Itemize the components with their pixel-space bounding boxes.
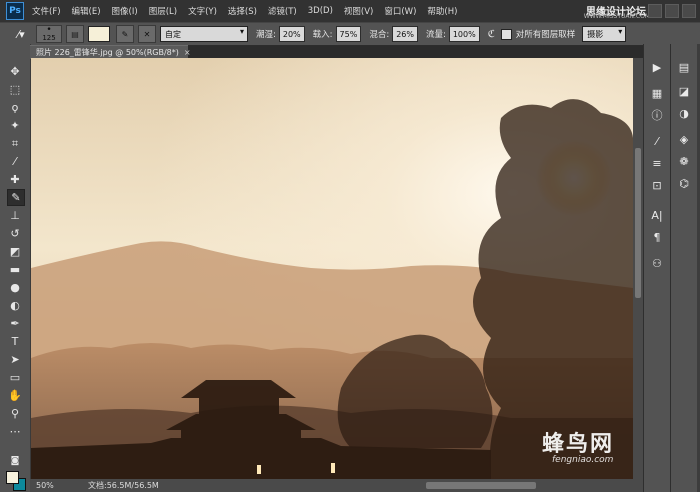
panel-dock: ▶ ▦ ⓘ ⁄ ≡ ⊡ A| ¶ ⚇ ▤ ◪ ◑ ◈ ❁ ⌬ — [643, 44, 700, 492]
wet-label: 潮湿: — [256, 30, 276, 40]
info-panel-icon[interactable]: ⓘ — [649, 108, 665, 124]
sample-all-layers-label: 对所有图层取样 — [515, 30, 576, 40]
play-action-icon[interactable]: ▶ — [649, 60, 665, 76]
gradient-tool-icon[interactable]: ▬ — [7, 262, 23, 277]
mixer-brush-tool-icon[interactable]: ✎ — [7, 189, 25, 206]
brush-panel-icon[interactable]: ⁄ — [649, 134, 665, 150]
workspace-select[interactable]: 摄影 — [582, 26, 627, 42]
menu-window[interactable]: 窗口(W) — [384, 5, 416, 17]
paragraph-panel-icon[interactable]: ¶ — [649, 230, 665, 246]
color-panel-icon[interactable]: ◪ — [676, 84, 692, 100]
shape-tool-icon[interactable]: ▭ — [7, 370, 23, 385]
history-panel-icon[interactable]: ▦ — [649, 86, 665, 102]
flow-label: 流量: — [425, 30, 446, 40]
fengniao-watermark: 蜂鸟网 — [542, 432, 615, 457]
more-tools-icon[interactable]: ⋯ — [7, 424, 23, 439]
mix-field[interactable]: 26% — [392, 26, 418, 42]
zoom-level[interactable]: 50% — [30, 481, 66, 490]
navigator-panel-icon[interactable]: ▤ — [676, 60, 692, 76]
dodge-tool-icon[interactable]: ◐ — [7, 298, 23, 313]
clean-brush-icon[interactable]: ✕ — [138, 25, 156, 43]
brush-presets-icon[interactable]: ≡ — [649, 156, 665, 172]
blur-tool-icon[interactable]: ● — [7, 280, 23, 295]
menu-bar: Ps 文件(F) 编辑(E) 图像(I) 图层(L) 文字(Y) 选择(S) 滤… — [0, 0, 700, 22]
flow-field[interactable]: 100% — [448, 26, 480, 42]
menu-select[interactable]: 选择(S) — [228, 5, 257, 17]
quick-mask-icon[interactable]: ◙ — [7, 454, 23, 469]
move-tool-icon[interactable]: ✥ — [7, 64, 23, 79]
brush-panel-icon[interactable]: ▤ — [66, 25, 84, 43]
close-window-button[interactable] — [682, 4, 696, 18]
horizontal-scroll-thumb[interactable] — [426, 482, 536, 489]
type-tool-icon[interactable]: T — [7, 334, 23, 349]
menu-3d[interactable]: 3D(D) — [308, 6, 333, 16]
character-panel-icon[interactable]: A| — [649, 208, 665, 224]
minimize-button[interactable] — [648, 4, 662, 18]
panel-column-2: ▤ ◪ ◑ ◈ ❁ ⌬ — [670, 44, 697, 492]
document-canvas[interactable] — [31, 58, 633, 479]
marquee-tool-icon[interactable]: ⬚ — [7, 82, 23, 97]
menu-view[interactable]: 视图(V) — [344, 5, 373, 17]
menu-image[interactable]: 图像(I) — [112, 5, 138, 17]
airbrush-icon[interactable]: ℭ — [488, 29, 495, 40]
maximize-button[interactable] — [665, 4, 679, 18]
window-controls — [648, 4, 696, 18]
menu-edit[interactable]: 编辑(E) — [72, 5, 101, 17]
eraser-tool-icon[interactable]: ◩ — [7, 244, 23, 259]
site-watermark-url: WWW.MISSYUAN.COM — [583, 13, 650, 20]
mixer-brush-tool-preset-icon[interactable]: ⁄▾ — [10, 26, 32, 42]
photoshop-logo: Ps — [6, 2, 24, 20]
adjustments-panel-icon[interactable]: ◑ — [676, 106, 692, 122]
document-size[interactable]: 文档:56.5M/56.5M — [88, 480, 159, 491]
options-bar: ⁄▾ • 125 ▤ ✎ ✕ 自定 潮湿: 20% 载入: 75% 混合: 26… — [0, 22, 700, 46]
document-tab-title: 照片 226_雷锋华.jpg @ 50%(RGB/8*) — [36, 48, 179, 57]
vertical-scroll-thumb[interactable] — [635, 148, 641, 298]
clone-source-icon[interactable]: ⊡ — [649, 178, 665, 194]
photo-sunrise-pagoda — [31, 58, 633, 479]
tools-panel: ✥ ⬚ ϙ ✦ ⌗ ⁄ ✚ ✎ ⊥ ↺ ◩ ▬ ● ◐ ✒ T ➤ ▭ ✋ ⚲ … — [0, 44, 31, 492]
blend-preset-select[interactable]: 自定 — [160, 26, 248, 42]
menu-filter[interactable]: 滤镜(T) — [268, 5, 297, 17]
history-brush-tool-icon[interactable]: ↺ — [7, 226, 23, 241]
tool-presets-icon[interactable]: ⚇ — [649, 256, 665, 272]
brush-size-value: 125 — [42, 34, 56, 42]
wet-field[interactable]: 20% — [278, 26, 305, 42]
lasso-tool-icon[interactable]: ϙ — [7, 100, 23, 115]
crop-tool-icon[interactable]: ⌗ — [7, 136, 23, 151]
mix-label: 混合: — [369, 30, 390, 40]
hand-tool-icon[interactable]: ✋ — [7, 388, 23, 403]
healing-brush-tool-icon[interactable]: ✚ — [7, 172, 23, 187]
pen-tool-icon[interactable]: ✒ — [7, 316, 23, 331]
path-selection-tool-icon[interactable]: ➤ — [7, 352, 23, 367]
load-label: 载入: — [312, 30, 333, 40]
panel-column-1: ▶ ▦ ⓘ ⁄ ≡ ⊡ A| ¶ ⚇ — [643, 44, 670, 492]
menu-help[interactable]: 帮助(H) — [427, 5, 457, 17]
current-brush-load-swatch[interactable] — [88, 26, 110, 42]
eyedropper-tool-icon[interactable]: ⁄ — [7, 154, 23, 169]
magic-wand-tool-icon[interactable]: ✦ — [7, 118, 23, 133]
menu-layer[interactable]: 图层(L) — [149, 5, 177, 17]
brush-size-picker[interactable]: • 125 — [36, 25, 62, 43]
vertical-scrollbar[interactable] — [633, 58, 643, 479]
fengniao-watermark-url: fengniao.com — [552, 455, 614, 465]
channels-panel-icon[interactable]: ❁ — [676, 154, 692, 170]
layers-panel-icon[interactable]: ◈ — [676, 132, 692, 148]
sample-all-layers-checkbox[interactable] — [500, 28, 512, 40]
status-bar: 50% 文档:56.5M/56.5M — [30, 479, 643, 492]
foreground-color-swatch[interactable] — [6, 471, 19, 484]
menu-type[interactable]: 文字(Y) — [188, 5, 217, 17]
zoom-tool-icon[interactable]: ⚲ — [7, 406, 23, 421]
menu-file[interactable]: 文件(F) — [32, 5, 61, 17]
document-tab[interactable]: 照片 226_雷锋华.jpg @ 50%(RGB/8*) × — [30, 45, 191, 59]
paths-panel-icon[interactable]: ⌬ — [676, 176, 692, 192]
load-brush-icon[interactable]: ✎ — [116, 25, 134, 43]
clone-stamp-tool-icon[interactable]: ⊥ — [7, 208, 23, 223]
close-document-icon[interactable]: × — [184, 48, 191, 57]
load-field[interactable]: 75% — [335, 26, 362, 42]
